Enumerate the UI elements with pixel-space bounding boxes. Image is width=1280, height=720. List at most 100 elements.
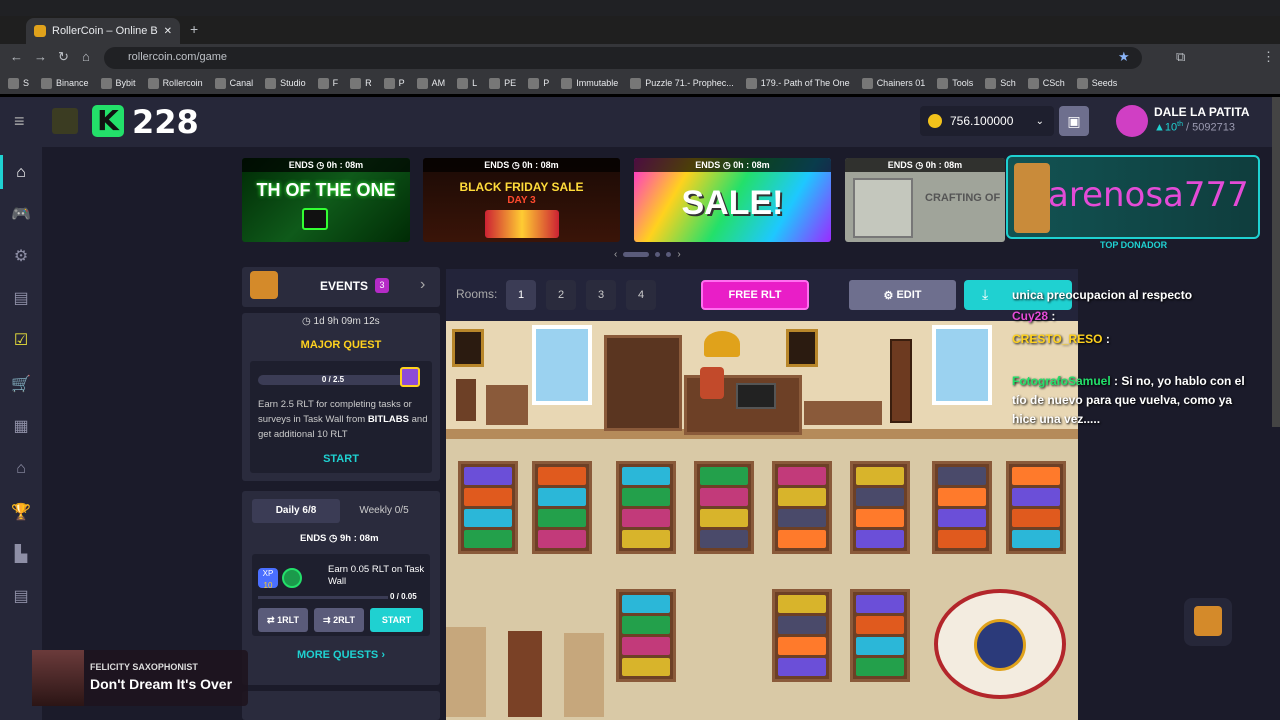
miner-slot[interactable] xyxy=(622,595,670,613)
bookmark-item[interactable]: Immutable xyxy=(561,77,618,89)
bookmark-item[interactable]: F xyxy=(317,77,338,89)
close-tab-icon[interactable]: ✕ xyxy=(164,26,172,37)
miner-slot[interactable] xyxy=(856,637,904,655)
tab-weekly[interactable]: Weekly 0/5 xyxy=(340,499,428,523)
miner-slot[interactable] xyxy=(856,530,904,548)
wallet-button[interactable]: ▣ xyxy=(1059,106,1089,136)
bookmark-item[interactable]: Sch xyxy=(985,77,1016,89)
miner-slot[interactable] xyxy=(778,616,826,634)
miner-slot[interactable] xyxy=(778,488,826,506)
miner-slot[interactable] xyxy=(778,658,826,676)
dot[interactable] xyxy=(666,251,672,257)
banner-sale[interactable]: ENDS ◷ 0h : 08m SALE! xyxy=(634,158,831,242)
next-banner-icon[interactable]: › xyxy=(677,249,680,260)
more-quests-link[interactable]: MORE QUESTS › xyxy=(242,649,440,661)
dot[interactable] xyxy=(655,251,661,257)
daily-start-button[interactable]: START xyxy=(370,608,423,632)
miner-slot[interactable] xyxy=(538,467,586,485)
bookmark-item[interactable]: Seeds xyxy=(1076,77,1117,89)
profile-avatar[interactable] xyxy=(1116,105,1148,137)
hamburger-menu-icon[interactable]: ≡ xyxy=(14,111,25,132)
miner-slot[interactable] xyxy=(938,467,986,485)
bookmark-item[interactable]: Binance xyxy=(41,77,89,89)
reload-icon[interactable]: ↻ xyxy=(58,49,69,65)
miner-slot[interactable] xyxy=(778,595,826,613)
events-header[interactable]: EVENTS 3 › xyxy=(242,267,440,307)
bookmark-item[interactable]: Chainers 01 xyxy=(861,77,925,89)
miner-slot[interactable] xyxy=(622,488,670,506)
miner-slot[interactable] xyxy=(538,488,586,506)
bookmark-item[interactable]: Tools xyxy=(937,77,973,89)
bookmark-item[interactable]: Canal xyxy=(214,77,253,89)
miner-rack[interactable] xyxy=(616,589,676,682)
home-icon[interactable]: ⌂ xyxy=(82,49,90,64)
boost-1rlt-button[interactable]: ⇄ 1RLT xyxy=(258,608,308,632)
miner-slot[interactable] xyxy=(856,488,904,506)
user-avatar-small[interactable] xyxy=(52,108,78,134)
miner-slot[interactable] xyxy=(856,467,904,485)
bookmark-item[interactable]: R xyxy=(350,77,372,89)
forward-icon[interactable]: → xyxy=(34,49,47,64)
cat-mascot-button[interactable] xyxy=(1184,598,1232,646)
miner-slot[interactable] xyxy=(622,658,670,676)
bookmark-item[interactable]: L xyxy=(457,77,477,89)
miner-slot[interactable] xyxy=(778,467,826,485)
miner-rack[interactable] xyxy=(772,589,832,682)
bookmark-item[interactable]: PE xyxy=(489,77,516,89)
store-cart-icon[interactable]: 🛒 xyxy=(11,375,31,395)
menu-icon[interactable]: ⋮ xyxy=(1262,49,1275,65)
miner-slot[interactable] xyxy=(1012,488,1060,506)
profile-username[interactable]: DALE LA PATITA xyxy=(1154,105,1250,119)
miner-slot[interactable] xyxy=(464,530,512,548)
home-icon[interactable]: ⌂ xyxy=(11,163,31,183)
miner-slot[interactable] xyxy=(778,509,826,527)
miner-slot[interactable] xyxy=(856,658,904,676)
inventory-icon[interactable]: ▦ xyxy=(11,417,31,437)
miner-slot[interactable] xyxy=(622,509,670,527)
tasks-icon[interactable]: ☑ xyxy=(11,331,31,351)
miners-icon[interactable]: ⚙ xyxy=(11,247,31,267)
miner-slot[interactable] xyxy=(464,488,512,506)
room-1-button[interactable]: 1 xyxy=(506,280,536,310)
miner-rack[interactable] xyxy=(532,461,592,554)
banner-black-friday[interactable]: ENDS ◷ 0h : 08m BLACK FRIDAY SALE DAY 3 xyxy=(423,158,620,242)
miner-rack[interactable] xyxy=(694,461,754,554)
extensions-icon[interactable]: ⧉ xyxy=(1176,49,1185,65)
room-2-button[interactable]: 2 xyxy=(546,280,576,310)
miner-slot[interactable] xyxy=(1012,509,1060,527)
miner-slot[interactable] xyxy=(538,530,586,548)
bookmark-item[interactable]: Puzzle 71.- Prophec... xyxy=(630,77,734,89)
miner-slot[interactable] xyxy=(778,637,826,655)
miner-slot[interactable] xyxy=(622,616,670,634)
game-room[interactable] xyxy=(446,321,1078,720)
miner-rack[interactable] xyxy=(1006,461,1066,554)
bookmark-item[interactable]: S xyxy=(8,77,29,89)
boost-2rlt-button[interactable]: ⇉ 2RLT xyxy=(314,608,364,632)
bookmark-item[interactable]: 179.- Path of The One xyxy=(745,77,850,89)
tab-rollercoin[interactable]: RollerCoin – Online Bitcoin Mini ✕ xyxy=(26,18,180,44)
back-icon[interactable]: ← xyxy=(10,49,23,64)
miner-slot[interactable] xyxy=(778,530,826,548)
banner-path-of-the-one[interactable]: ENDS ◷ 0h : 08m TH OF THE ONE xyxy=(242,158,410,242)
miner-slot[interactable] xyxy=(938,488,986,506)
factory-icon[interactable]: ▙ xyxy=(11,545,31,565)
miner-slot[interactable] xyxy=(622,637,670,655)
bookmark-item[interactable]: Bybit xyxy=(100,77,136,89)
quest-start-button[interactable]: START xyxy=(250,453,432,465)
miner-slot[interactable] xyxy=(700,488,748,506)
bookmark-star-icon[interactable]: ★ xyxy=(1118,49,1130,65)
bookmark-item[interactable]: Rollercoin xyxy=(147,77,203,89)
news-icon[interactable]: ▤ xyxy=(11,587,31,607)
miner-slot[interactable] xyxy=(856,509,904,527)
marketplace-icon[interactable]: ▤ xyxy=(11,289,31,309)
bookmark-item[interactable]: P xyxy=(383,77,405,89)
miner-rack[interactable] xyxy=(458,461,518,554)
url-input[interactable]: rollercoin.com/game xyxy=(104,47,1142,69)
page-scrollbar[interactable] xyxy=(1272,97,1280,427)
miner-slot[interactable] xyxy=(938,509,986,527)
miner-rack[interactable] xyxy=(850,589,910,682)
miner-slot[interactable] xyxy=(1012,467,1060,485)
miner-slot[interactable] xyxy=(700,530,748,548)
edit-room-button[interactable]: ⚙ EDIT xyxy=(849,280,956,310)
bookmark-item[interactable]: Studio xyxy=(265,77,306,89)
